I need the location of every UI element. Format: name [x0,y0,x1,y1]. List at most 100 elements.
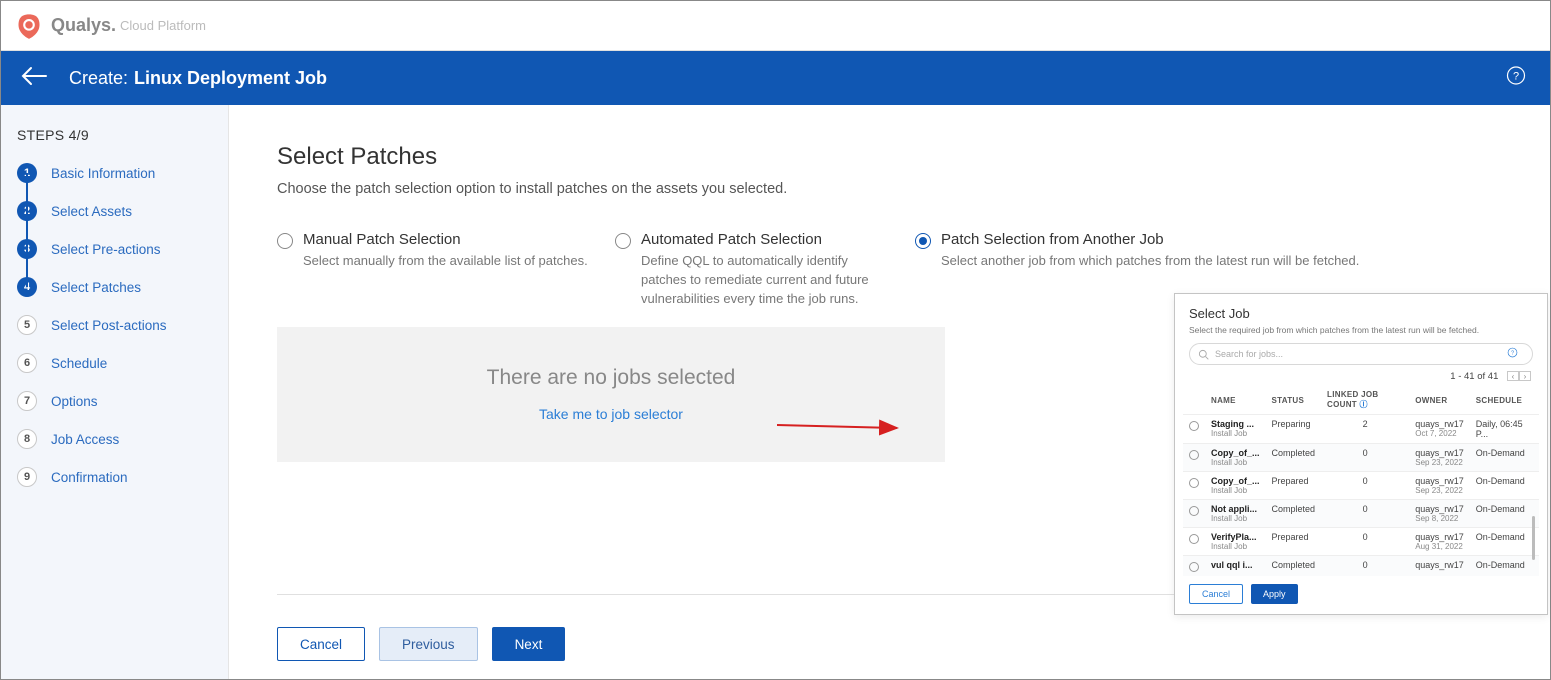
step-4[interactable]: 4Select Patches [17,277,212,297]
radio-icon[interactable] [277,233,293,249]
job-date: Aug 31, 2022 [1415,542,1464,551]
job-linked-count: 0 [1321,528,1409,556]
job-row[interactable]: Copy_of_...Install Job Prepared0 quays_rw1… [1183,472,1539,500]
job-name: Copy_of_... [1211,448,1260,458]
next-button[interactable]: Next [492,627,566,661]
radio-icon[interactable] [615,233,631,249]
job-status: Completed [1266,556,1322,577]
radio-label: Automated Patch Selection [641,231,891,248]
select-job-popup: Select Job Select the required job from … [1174,293,1548,615]
job-type: Install Job [1211,514,1260,523]
search-help-icon[interactable]: ? [1507,347,1524,361]
scrollbar-thumb[interactable] [1532,516,1535,560]
step-label: Confirmation [51,470,128,485]
popup-title: Select Job [1189,306,1533,321]
job-row[interactable]: Not appli...Install JobCompleted0quays_r… [1183,500,1539,528]
step-label: Select Post-actions [51,318,167,333]
step-2[interactable]: 2Select Assets [17,201,212,221]
radio-label: Manual Patch Selection [303,231,588,248]
steps-counter: STEPS 4/9 [17,127,212,143]
job-type: Install Job [1211,458,1260,467]
job-status: Completed [1266,500,1322,528]
job-radio-icon[interactable] [1189,421,1199,431]
back-arrow-icon[interactable] [21,66,47,91]
step-7[interactable]: 7Options [17,391,212,411]
step-8[interactable]: 8Job Access [17,429,212,449]
radio-desc: Select manually from the available list … [303,252,588,271]
job-date: Sep 23, 2022 [1415,458,1464,467]
job-row[interactable]: VerifyPla...Install Job Prepared0 quays_rw… [1183,528,1539,556]
job-date: Sep 8, 2022 [1415,514,1464,523]
job-row[interactable]: Copy_of_...Install JobCompleted0quays_rw… [1183,444,1539,472]
job-row[interactable]: vul qql i...Completed0quays_rw17On-Deman… [1183,556,1539,577]
job-row[interactable]: Staging ...Install JobPreparing2quays_rw… [1183,415,1539,444]
job-radio-icon[interactable] [1189,562,1199,572]
step-number-icon: 6 [17,353,37,373]
job-owner: quays_rw17 [1415,448,1464,458]
step-label: Select Pre-actions [51,242,161,257]
step-number-icon: 8 [17,429,37,449]
popup-count: 1 - 41 of 41 ‹› [1183,371,1531,382]
job-linked-count: 2 [1321,415,1409,444]
step-number-icon: 7 [17,391,37,411]
job-owner: quays_rw17 [1415,560,1464,570]
popup-apply-button[interactable]: Apply [1251,584,1298,604]
empty-jobs-panel: There are no jobs selected Take me to jo… [277,327,945,462]
job-status: Prepared [1266,472,1322,500]
radio-icon[interactable] [915,233,931,249]
main-content: Select Patches Choose the patch selectio… [229,105,1550,679]
job-radio-icon[interactable] [1189,450,1199,460]
job-name: Copy_of_... [1211,476,1260,486]
empty-jobs-title: There are no jobs selected [487,366,736,390]
previous-button[interactable]: Previous [379,627,478,661]
job-schedule: On-Demand [1470,556,1539,577]
job-radio-icon[interactable] [1189,506,1199,516]
job-type: Install Job [1211,542,1260,551]
job-linked-count: 0 [1321,556,1409,577]
job-schedule: On-Demand [1470,444,1539,472]
job-owner: quays_rw17 [1415,532,1464,542]
job-linked-count: 0 [1321,500,1409,528]
search-placeholder: Search for jobs... [1215,349,1283,359]
brand-logo-icon [15,12,43,40]
step-6[interactable]: 6Schedule [17,353,212,373]
job-linked-count: 0 [1321,472,1409,500]
brand-bar: Qualys. Cloud Platform [1,1,1550,51]
help-icon[interactable]: ? [1506,66,1526,91]
svg-text:?: ? [1513,71,1519,83]
step-5[interactable]: 5 Select Post-actions [17,315,212,335]
job-date: Sep 23, 2022 [1415,486,1464,495]
job-search-input[interactable]: Search for jobs... ? [1189,343,1533,365]
job-status: Completed [1266,444,1322,472]
step-3[interactable]: 3Select Pre-actions [17,239,212,259]
popup-pager[interactable]: ‹› [1507,371,1531,381]
job-owner: quays_rw17 [1415,476,1464,486]
job-type: Install Job [1211,486,1260,495]
step-9[interactable]: 9 Confirmation [17,467,212,487]
job-type: Install Job [1211,429,1260,438]
cancel-button[interactable]: Cancel [277,627,365,661]
radio-desc: Select another job from which patches fr… [941,252,1359,271]
job-status: Prepared [1266,528,1322,556]
job-radio-icon[interactable] [1189,478,1199,488]
patch-option-2[interactable]: Automated Patch Selection Define QQL to a… [615,231,915,309]
job-schedule: On-Demand [1470,500,1539,528]
popup-cancel-button[interactable]: Cancel [1189,584,1243,604]
popup-subtitle: Select the required job from which patch… [1189,325,1533,335]
step-list: 1Basic Information 2Select Assets 3Select … [17,163,212,487]
header-title: Linux Deployment Job [134,68,327,89]
svg-text:?: ? [1511,351,1514,357]
step-1[interactable]: 1Basic Information [17,163,212,183]
job-schedule: On-Demand [1470,472,1539,500]
step-label: Basic Information [51,166,155,181]
col-status: STATUS [1266,386,1322,415]
step-number-icon: 5 [17,315,37,335]
col-linked: LINKED JOB COUNT ⓘ [1321,386,1409,415]
job-radio-icon[interactable] [1189,534,1199,544]
col-schedule: SCHEDULE [1470,386,1539,415]
step-number-icon: 9 [17,467,37,487]
job-selector-link[interactable]: Take me to job selector [539,406,683,422]
job-name: VerifyPla... [1211,532,1260,542]
patch-option-1[interactable]: Manual Patch Selection Select manually fr… [277,231,615,309]
radio-desc: Define QQL to automatically identify pat… [641,252,891,309]
